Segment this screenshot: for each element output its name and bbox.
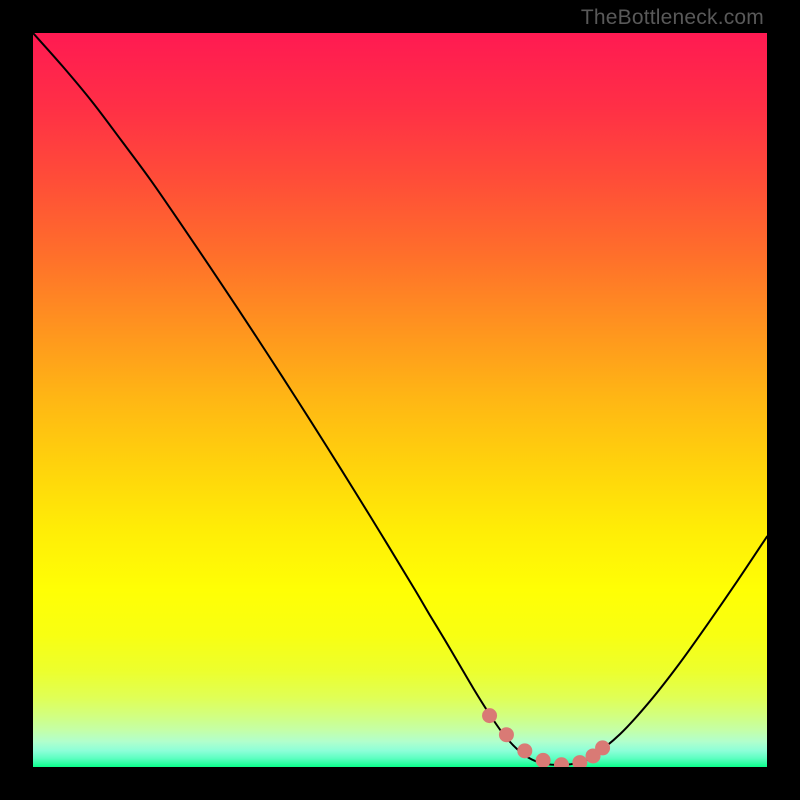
marker-dot bbox=[595, 740, 610, 755]
marker-dot bbox=[554, 757, 569, 767]
marker-dot bbox=[572, 755, 587, 767]
marker-dot bbox=[482, 708, 497, 723]
fit-region-markers bbox=[33, 33, 767, 767]
watermark-text: TheBottleneck.com bbox=[581, 6, 764, 30]
marker-dot bbox=[536, 753, 551, 767]
plot-area bbox=[33, 33, 767, 767]
marker-dot bbox=[517, 743, 532, 758]
marker-dot bbox=[499, 727, 514, 742]
